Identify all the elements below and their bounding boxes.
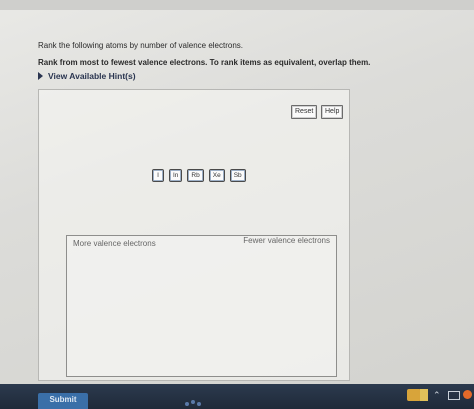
- submit-button[interactable]: Submit: [38, 393, 88, 409]
- hint-label: View Available Hint(s): [48, 71, 136, 81]
- ranking-left-label: More valence electrons: [73, 239, 156, 248]
- app-dots-icon: [185, 400, 201, 406]
- atom-tile-in[interactable]: In: [169, 169, 183, 182]
- question-instruction: Rank from most to fewest valence electro…: [38, 58, 371, 67]
- tray-badge-icon: [420, 389, 428, 401]
- help-button[interactable]: Help: [321, 105, 344, 119]
- question-prompt: Rank the following atoms by number of va…: [38, 41, 243, 50]
- hint-toggle[interactable]: View Available Hint(s): [38, 71, 136, 81]
- reset-button[interactable]: Reset: [291, 105, 318, 119]
- battery-icon[interactable]: [448, 391, 460, 400]
- atom-tiles: I In Rb Xe Sb: [152, 169, 246, 182]
- caret-right-icon: [38, 72, 43, 80]
- ranking-drop-zone[interactable]: More valence electrons Fewer valence ele…: [66, 235, 337, 377]
- screen: Rank the following atoms by number of va…: [0, 0, 474, 390]
- atom-tile-sb[interactable]: Sb: [229, 169, 246, 182]
- tray-app-icon[interactable]: [407, 389, 421, 401]
- screen-bezel: [0, 0, 474, 10]
- atom-tile-rb[interactable]: Rb: [187, 169, 204, 182]
- tray-status-icon[interactable]: [463, 390, 472, 399]
- tray-chevron-up-icon[interactable]: ⌃: [433, 389, 443, 401]
- atom-tile-i[interactable]: I: [152, 169, 164, 182]
- ranking-panel: Reset Help I In Rb Xe Sb More valence el…: [38, 89, 350, 381]
- ranking-right-label: Fewer valence electrons: [243, 236, 330, 245]
- atom-tile-xe[interactable]: Xe: [208, 169, 225, 182]
